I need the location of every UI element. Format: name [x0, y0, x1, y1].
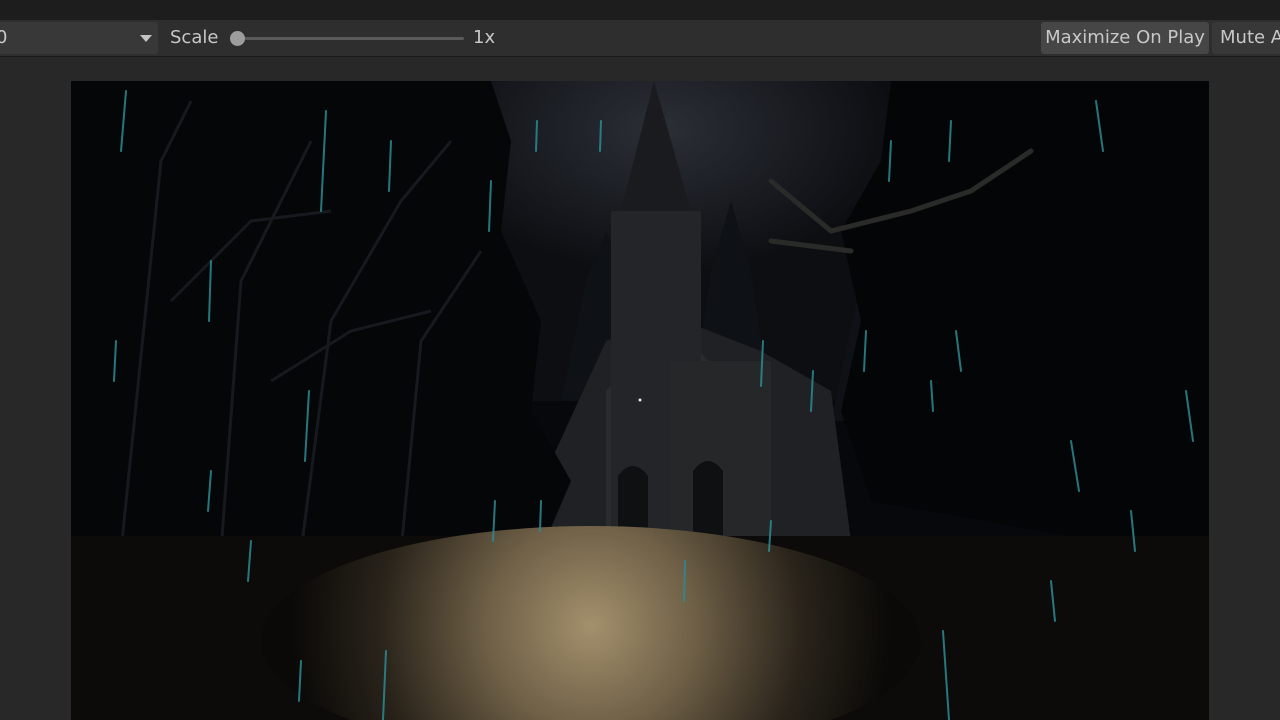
display-dropdown-value: 0: [0, 27, 8, 48]
display-dropdown[interactable]: 0: [0, 22, 158, 54]
chevron-down-icon: [140, 35, 152, 42]
scale-slider-track[interactable]: [236, 37, 464, 40]
mute-audio-button[interactable]: Mute A: [1212, 22, 1280, 54]
scale-value: 1x: [473, 27, 496, 48]
scale-slider-handle[interactable]: [230, 31, 245, 46]
window-top-strip: [0, 0, 1280, 20]
game-viewport[interactable]: [71, 81, 1209, 720]
game-view-toolbar: 0 Scale 1x Maximize On Play Mute A: [0, 20, 1280, 57]
scale-label: Scale: [170, 27, 219, 48]
maximize-on-play-button[interactable]: Maximize On Play: [1041, 22, 1209, 54]
game-scene-render: [71, 81, 1209, 720]
